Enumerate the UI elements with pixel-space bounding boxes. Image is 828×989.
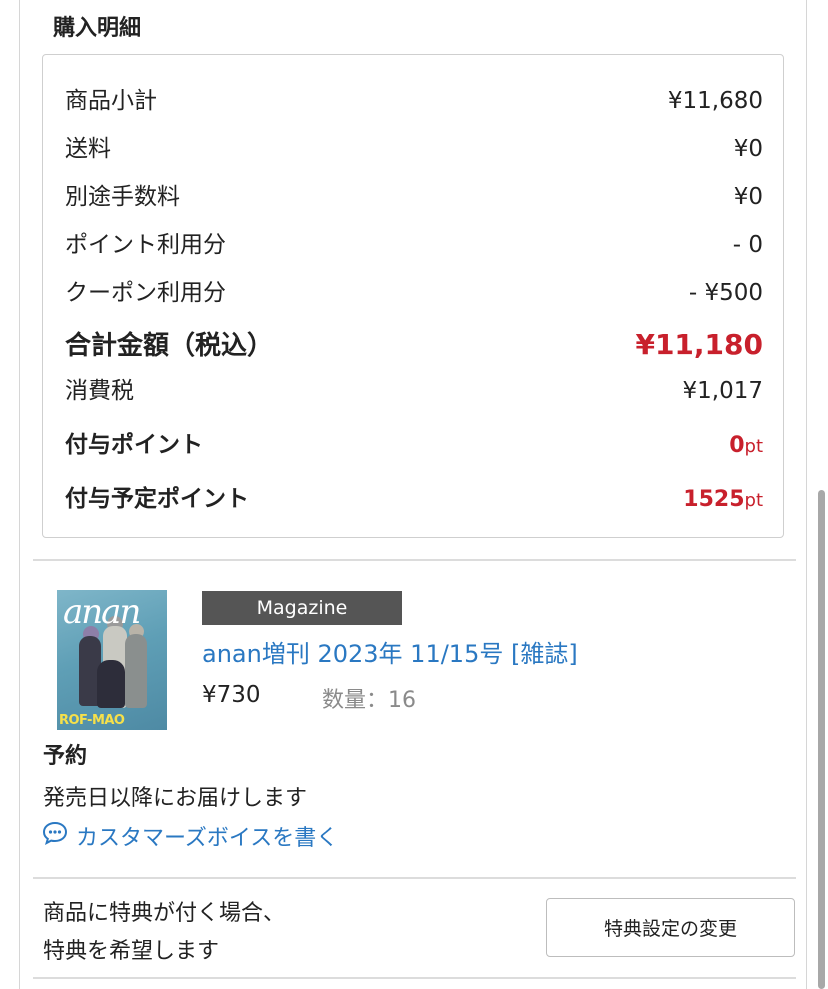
frame-right-border <box>806 0 807 989</box>
coupon-label: クーポン利用分 <box>65 280 226 306</box>
shipping-value: ¥0 <box>733 136 763 162</box>
fee-label: 別途手数料 <box>65 184 180 210</box>
frame-left-border <box>19 0 20 989</box>
tax-value: ¥1,017 <box>682 378 763 404</box>
divider <box>33 977 796 979</box>
shipping-row: 送料 ¥0 <box>65 129 763 163</box>
change-bonus-settings-button[interactable]: 特典設定の変更 <box>546 898 795 957</box>
fee-value: ¥0 <box>733 184 763 210</box>
granted-points-value-group: 0pt <box>729 433 763 458</box>
subtotal-value: ¥11,680 <box>667 88 763 114</box>
product-quantity: 数量：16 <box>322 688 416 713</box>
speech-bubble-icon <box>42 820 68 852</box>
granted-points-row: 付与ポイント 0pt <box>65 425 763 459</box>
coupon-row: クーポン利用分 - ¥500 <box>65 273 763 307</box>
cover-figure <box>125 634 147 708</box>
cover-brand: ROF-MAO <box>59 713 125 728</box>
bonus-preference-text: 商品に特典が付く場合、 特典を希望します <box>43 895 285 971</box>
write-review-link[interactable]: カスタマーズボイスを書く <box>42 820 338 852</box>
coupon-value: - ¥500 <box>688 280 763 306</box>
subtotal-row: 商品小計 ¥11,680 <box>65 81 763 115</box>
product-thumbnail[interactable]: anan ROF-MAO <box>57 590 167 730</box>
granted-points-label: 付与ポイント <box>65 432 203 458</box>
tax-row: 消費税 ¥1,017 <box>65 371 763 405</box>
total-row: 合計金額（税込） ¥11,180 <box>65 325 763 362</box>
shipping-label: 送料 <box>65 136 111 162</box>
order-details-page: 購入明細 商品小計 ¥11,680 送料 ¥0 別途手数料 ¥0 ポイント利用分… <box>0 0 828 989</box>
write-review-label: カスタマーズボイスを書く <box>76 826 339 851</box>
fee-row: 別途手数料 ¥0 <box>65 177 763 211</box>
granted-points-unit: pt <box>744 436 763 457</box>
total-value: ¥11,180 <box>635 328 763 361</box>
cover-figure <box>97 660 125 708</box>
bonus-text-line: 特典を希望します <box>43 939 220 964</box>
scheduled-points-value: 1525 <box>683 487 745 512</box>
product-title-link[interactable]: anan増刊 2023年 11/15号 [雑誌] <box>202 634 578 669</box>
section-title: 購入明細 <box>53 16 142 41</box>
total-label: 合計金額（税込） <box>65 331 274 361</box>
divider <box>33 559 796 561</box>
magazine-logo: anan <box>63 592 141 632</box>
points-used-label: ポイント利用分 <box>65 232 226 258</box>
reservation-label: 予約 <box>43 744 88 769</box>
points-used-row: ポイント利用分 - 0 <box>65 225 763 259</box>
scheduled-points-unit: pt <box>744 490 763 511</box>
divider <box>33 877 796 879</box>
scheduled-points-row: 付与予定ポイント 1525pt <box>65 479 763 513</box>
scrollbar[interactable] <box>818 490 825 989</box>
bonus-text-line: 商品に特典が付く場合、 <box>43 901 286 926</box>
granted-points-value: 0 <box>729 433 745 458</box>
purchase-summary-box: 商品小計 ¥11,680 送料 ¥0 別途手数料 ¥0 ポイント利用分 - 0 … <box>42 54 784 538</box>
product-price: ¥730 <box>202 682 261 708</box>
points-used-value: - 0 <box>732 232 763 258</box>
scheduled-points-value-group: 1525pt <box>683 487 763 512</box>
tax-label: 消費税 <box>65 378 134 404</box>
subtotal-label: 商品小計 <box>65 88 157 114</box>
category-badge: Magazine <box>202 591 402 625</box>
scheduled-points-label: 付与予定ポイント <box>65 486 249 512</box>
reservation-note: 発売日以降にお届けします <box>43 786 308 811</box>
